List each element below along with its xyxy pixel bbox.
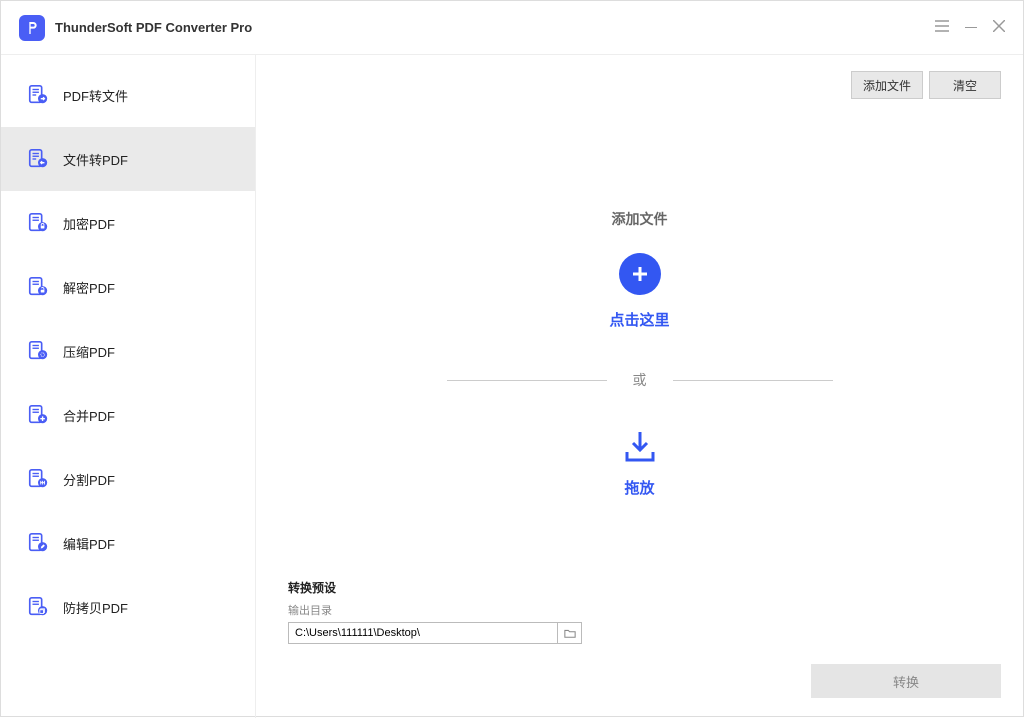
bottom-panel: 转换预设 输出目录 转换	[256, 579, 1023, 718]
divider: 或	[447, 370, 833, 390]
sidebar-item-edit-pdf[interactable]: 编辑PDF	[1, 511, 255, 575]
sidebar-item-label: 合并PDF	[63, 406, 115, 425]
toolbar: 添加文件 清空	[256, 55, 1023, 99]
sidebar-item-label: PDF转文件	[63, 86, 128, 105]
clear-button[interactable]: 清空	[929, 71, 1001, 99]
divider-line-right	[673, 380, 833, 381]
sidebar-item-file-to-pdf[interactable]: 文件转PDF	[1, 127, 255, 191]
sidebar-item-pdf-to-file[interactable]: PDF转文件	[1, 63, 255, 127]
sidebar-item-merge-pdf[interactable]: 合并PDF	[1, 383, 255, 447]
sidebar: PDF转文件 文件转PDF 加密PDF 解密PDF 压缩PDF	[1, 55, 256, 718]
close-button[interactable]	[993, 20, 1005, 35]
drop-label: 拖放	[624, 477, 654, 498]
add-file-plus-button[interactable]	[619, 253, 661, 295]
drop-arrow-icon	[621, 430, 659, 465]
titlebar: ThunderSoft PDF Converter Pro	[1, 1, 1023, 55]
app-logo-icon	[19, 15, 45, 41]
divider-line-left	[447, 380, 607, 381]
sidebar-item-anticopy-pdf[interactable]: 防拷贝PDF	[1, 575, 255, 639]
document-unlock-icon	[27, 276, 49, 298]
sidebar-item-label: 编辑PDF	[63, 534, 115, 553]
add-file-title: 添加文件	[612, 209, 668, 229]
sidebar-item-label: 加密PDF	[63, 214, 115, 233]
sidebar-item-label: 文件转PDF	[63, 150, 128, 169]
document-shield-icon	[27, 596, 49, 618]
app-title: ThunderSoft PDF Converter Pro	[55, 20, 252, 35]
minimize-button[interactable]	[965, 27, 977, 29]
add-file-button[interactable]: 添加文件	[851, 71, 923, 99]
document-import-icon	[27, 148, 49, 170]
sidebar-item-encrypt-pdf[interactable]: 加密PDF	[1, 191, 255, 255]
main-panel: 添加文件 清空 添加文件 点击这里 或 拖放 转换预设 输出目录	[256, 55, 1023, 718]
output-path-input[interactable]	[288, 622, 558, 644]
document-split-icon	[27, 468, 49, 490]
sidebar-item-label: 防拷贝PDF	[63, 598, 128, 617]
document-lock-icon	[27, 212, 49, 234]
preset-title: 转换预设	[288, 579, 1001, 596]
document-edit-icon	[27, 532, 49, 554]
sidebar-item-split-pdf[interactable]: 分割PDF	[1, 447, 255, 511]
document-merge-icon	[27, 404, 49, 426]
sidebar-item-compress-pdf[interactable]: 压缩PDF	[1, 319, 255, 383]
sidebar-item-decrypt-pdf[interactable]: 解密PDF	[1, 255, 255, 319]
document-export-icon	[27, 84, 49, 106]
sidebar-item-label: 分割PDF	[63, 470, 115, 489]
convert-button[interactable]: 转换	[811, 664, 1001, 698]
sidebar-item-label: 解密PDF	[63, 278, 115, 297]
browse-folder-button[interactable]	[558, 622, 582, 644]
divider-or-label: 或	[633, 370, 647, 390]
window-controls	[935, 20, 1005, 35]
sidebar-item-label: 压缩PDF	[63, 342, 115, 361]
document-compress-icon	[27, 340, 49, 362]
output-dir-label: 输出目录	[288, 602, 1001, 618]
menu-icon[interactable]	[935, 20, 949, 35]
drop-area[interactable]: 添加文件 点击这里 或 拖放	[256, 99, 1023, 579]
click-here-label[interactable]: 点击这里	[609, 309, 669, 330]
